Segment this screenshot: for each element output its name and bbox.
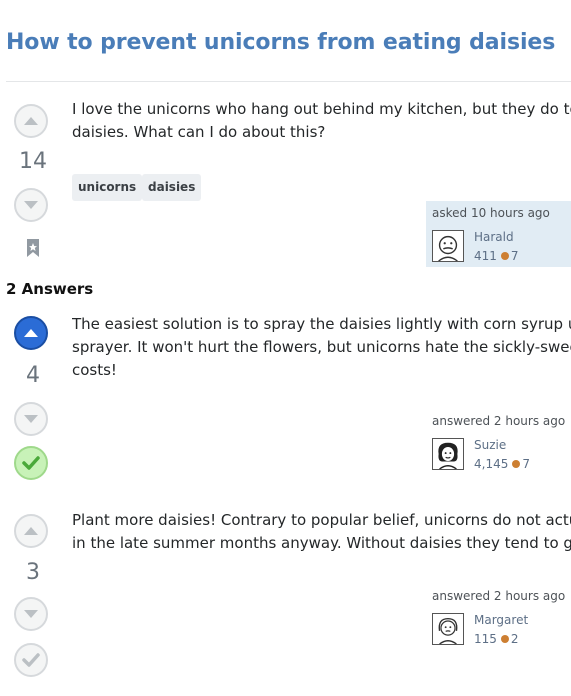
user-reputation: 4,145 7	[474, 457, 530, 471]
asker-card: asked 10 hours ago Harald 411 7	[426, 201, 571, 267]
user-name[interactable]: Harald	[474, 230, 514, 244]
question-body: I love the unicorns who hang out behind …	[72, 98, 571, 144]
down-arrow-icon	[24, 415, 38, 423]
answered-time: answered 2 hours ago	[432, 589, 566, 603]
reputation-score: 115	[474, 632, 497, 646]
bronze-badge-count: 7	[510, 249, 519, 263]
checkmark-icon	[22, 653, 40, 667]
up-arrow-icon	[24, 329, 38, 337]
bronze-badge-icon	[512, 460, 521, 468]
question-score: 14	[19, 149, 47, 174]
question-body-line: daisies. What can I do about this?	[72, 123, 326, 141]
reputation-score: 4,145	[474, 457, 509, 471]
title-divider	[6, 81, 571, 82]
answer-1-author-card: answered 2 hours ago Suzie 4,145 7	[426, 409, 571, 475]
up-arrow-icon	[24, 117, 38, 125]
down-arrow-icon	[24, 201, 38, 209]
answer-2-upvote-button[interactable]	[14, 514, 48, 548]
avatar-icon[interactable]	[432, 613, 464, 645]
answer-body-line: sprayer. It won't hurt the flowers, but …	[72, 338, 571, 356]
question-downvote-button[interactable]	[14, 188, 48, 222]
answer-2-score: 3	[26, 560, 40, 585]
question-title[interactable]: How to prevent unicorns from eating dais…	[6, 30, 555, 55]
question-upvote-button[interactable]	[14, 104, 48, 138]
bronze-badge-count: 2	[510, 632, 519, 646]
answer-1-score: 4	[26, 363, 40, 388]
bronze-badge-icon	[500, 252, 509, 260]
avatar-icon[interactable]	[432, 230, 464, 262]
answer-body-line: in the late summer months anyway. Withou…	[72, 534, 571, 552]
answer-2-downvote-button[interactable]	[14, 597, 48, 631]
asked-time: asked 10 hours ago	[432, 206, 550, 220]
avatar-icon[interactable]	[432, 438, 464, 470]
answer-2-body: Plant more daisies! Contrary to popular …	[72, 509, 571, 555]
tag-unicorns[interactable]: unicorns	[72, 174, 143, 201]
user-reputation: 115 2	[474, 632, 519, 646]
answers-count-heading: 2 Answers	[6, 280, 94, 298]
bronze-badge-count: 7	[522, 457, 530, 471]
question-body-line: I love the unicorns who hang out behind …	[72, 100, 571, 118]
answer-body-line: costs!	[72, 361, 117, 379]
answer-1-accepted-mark[interactable]	[14, 446, 48, 480]
user-name[interactable]: Suzie	[474, 438, 506, 452]
user-name[interactable]: Margaret	[474, 613, 528, 627]
answer-1-body: The easiest solution is to spray the dai…	[72, 313, 571, 382]
answer-body-line: The easiest solution is to spray the dai…	[72, 315, 571, 333]
up-arrow-icon	[24, 527, 38, 535]
checkmark-icon	[22, 456, 40, 470]
answered-time: answered 2 hours ago	[432, 414, 566, 428]
user-reputation: 411 7	[474, 249, 519, 263]
bookmark-icon[interactable]	[26, 238, 40, 258]
reputation-score: 411	[474, 249, 497, 263]
bronze-badge-icon	[500, 635, 509, 643]
answer-body-line: Plant more daisies! Contrary to popular …	[72, 511, 571, 529]
down-arrow-icon	[24, 610, 38, 618]
answer-2-author-card: answered 2 hours ago Margaret 115 2	[426, 584, 571, 650]
answer-2-accept-button[interactable]	[14, 643, 48, 677]
tag-daisies[interactable]: daisies	[142, 174, 202, 201]
answer-1-upvote-button[interactable]	[14, 316, 48, 350]
answer-1-downvote-button[interactable]	[14, 402, 48, 436]
